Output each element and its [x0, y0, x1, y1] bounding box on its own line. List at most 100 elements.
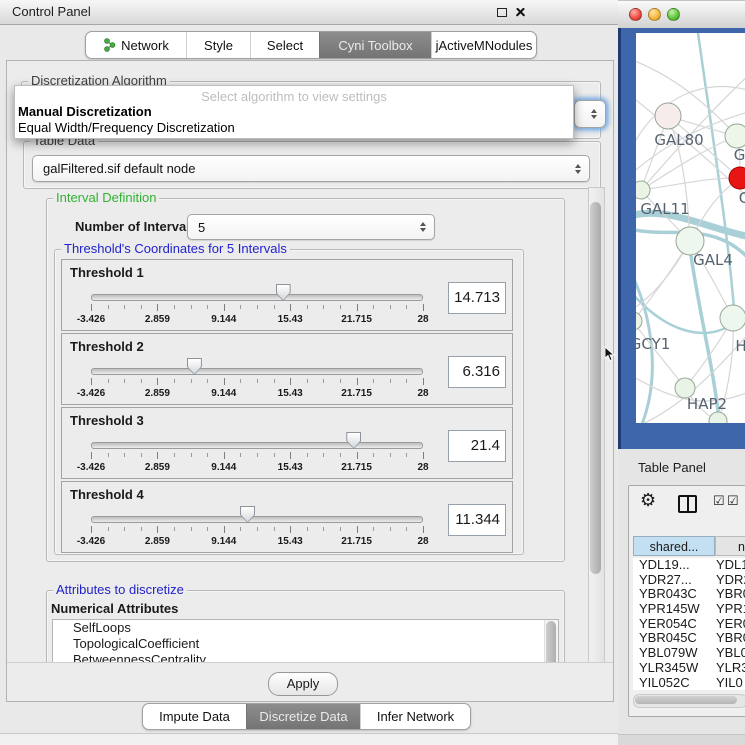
- table-cell[interactable]: YIL0: [716, 676, 743, 691]
- number-of-intervals-select[interactable]: 5: [187, 214, 435, 240]
- table-cell[interactable]: YLR3: [716, 661, 745, 676]
- table-row[interactable]: YBR045CYBR0: [633, 631, 745, 646]
- network-node[interactable]: [725, 124, 745, 148]
- algorithm-select[interactable]: [574, 100, 606, 128]
- network-edge[interactable]: [636, 291, 734, 333]
- numerical-attributes-list[interactable]: SelfLoopsTopologicalCoefficientBetweenne…: [52, 619, 559, 665]
- table-cell[interactable]: YDL19...: [633, 558, 716, 573]
- tab-select[interactable]: Select: [250, 32, 319, 58]
- table-cell[interactable]: YDL1: [716, 558, 745, 573]
- table-row[interactable]: YIL052CYIL0: [633, 676, 745, 691]
- algorithm-option-manual[interactable]: Manual Discretization: [15, 104, 573, 120]
- table-row[interactable]: YDL19...YDL1: [633, 558, 745, 573]
- table-cell[interactable]: YBR043C: [633, 587, 716, 602]
- table-row[interactable]: YDR27...YDR2: [633, 573, 745, 588]
- tab-style-label: Style: [204, 38, 233, 53]
- tab-style[interactable]: Style: [186, 32, 250, 58]
- slider-thumb[interactable]: [276, 284, 291, 301]
- settings-vertical-scrollbar[interactable]: [588, 187, 605, 665]
- float-window-icon[interactable]: [497, 8, 507, 17]
- settings-vertical-scrollbar-thumb[interactable]: [590, 202, 601, 574]
- network-node[interactable]: [655, 103, 681, 129]
- network-canvas[interactable]: GAL80G.CGAL11GAL4GCY1HHAP2: [636, 33, 745, 423]
- threshold-slider[interactable]: -3.4262.8599.14415.4321.71528: [91, 508, 423, 550]
- table-cell[interactable]: YBR0: [716, 587, 745, 602]
- threshold-slider[interactable]: -3.4262.8599.14415.4321.71528: [91, 286, 423, 328]
- tab-infer-network[interactable]: Infer Network: [360, 704, 470, 729]
- close-icon[interactable]: [515, 6, 526, 17]
- network-node[interactable]: [636, 312, 642, 330]
- table-data-select[interactable]: galFiltered.sif default node: [32, 155, 590, 182]
- tick-label: 9.144: [211, 536, 236, 547]
- tick-mark: [174, 527, 175, 531]
- attribute-list-item[interactable]: TopologicalCoefficient: [53, 636, 558, 652]
- tick-mark: [290, 304, 291, 311]
- table-horizontal-scrollbar-thumb[interactable]: [635, 696, 737, 704]
- zoom-traffic-light[interactable]: [667, 8, 680, 21]
- minimize-traffic-light[interactable]: [648, 8, 661, 21]
- threshold-value-field[interactable]: 14.713: [448, 282, 506, 314]
- slider-ticks: [91, 526, 423, 534]
- table-cell[interactable]: YLR345W: [633, 661, 716, 676]
- slider-track[interactable]: [91, 516, 423, 523]
- network-node[interactable]: [720, 305, 745, 331]
- tab-cyni-toolbox[interactable]: Cyni Toolbox: [319, 32, 431, 58]
- table-cell[interactable]: YBL079W: [633, 646, 716, 661]
- table-cell[interactable]: YDR2: [716, 573, 745, 588]
- table-cell[interactable]: YER054C: [633, 617, 716, 632]
- tick-mark: [141, 527, 142, 531]
- table-cell[interactable]: YBR0: [716, 631, 745, 646]
- settings-scrollpane: Interval Definition Number of Intervals …: [15, 187, 605, 665]
- gear-icon[interactable]: ⚙: [640, 490, 656, 511]
- table-row[interactable]: YLR345WYLR3: [633, 661, 745, 676]
- columns-icon[interactable]: [678, 495, 697, 513]
- column-header-name[interactable]: na: [715, 536, 745, 556]
- table-cell[interactable]: YPR145W: [633, 602, 716, 617]
- threshold-slider[interactable]: -3.4262.8599.14415.4321.71528: [91, 434, 423, 476]
- tab-network[interactable]: Network: [86, 32, 186, 58]
- table-cell[interactable]: YIL052C: [633, 676, 716, 691]
- algorithm-option-equal-width[interactable]: Equal Width/Frequency Discretization: [15, 120, 573, 136]
- close-traffic-light[interactable]: [629, 8, 642, 21]
- tab-jactivemnodules[interactable]: jActiveMNodules: [431, 32, 536, 58]
- apply-button[interactable]: Apply: [268, 672, 338, 696]
- network-edge[interactable]: [636, 59, 737, 136]
- threshold-slider[interactable]: -3.4262.8599.14415.4321.71528: [91, 360, 423, 402]
- attributes-list-scrollbar[interactable]: [544, 620, 558, 665]
- network-window-titlebar[interactable]: [618, 0, 745, 29]
- network-node[interactable]: [709, 412, 727, 423]
- checkbox-checked-icon[interactable]: ☑: [713, 494, 725, 507]
- table-cell[interactable]: YBL0: [716, 646, 745, 661]
- threshold-value-field[interactable]: 21.4: [448, 430, 506, 462]
- table-cell[interactable]: YBR045C: [633, 631, 716, 646]
- column-header-shared-name[interactable]: shared...: [633, 536, 715, 556]
- network-node-label: GAL11: [640, 200, 689, 218]
- slider-track[interactable]: [91, 294, 423, 301]
- tab-infer-network-label: Infer Network: [377, 709, 454, 724]
- threshold-value-field[interactable]: 6.316: [448, 356, 506, 388]
- tab-impute-data[interactable]: Impute Data: [143, 704, 246, 729]
- slider-thumb[interactable]: [187, 358, 202, 375]
- tab-discretize-data[interactable]: Discretize Data: [246, 704, 360, 729]
- attribute-list-item[interactable]: SelfLoops: [53, 620, 558, 636]
- table-cell[interactable]: YDR27...: [633, 573, 716, 588]
- checkbox-checked-icon[interactable]: ☑: [727, 494, 739, 507]
- slider-track[interactable]: [91, 368, 423, 375]
- attributes-list-scrollbar-thumb[interactable]: [546, 621, 556, 665]
- table-cell[interactable]: YPR1: [716, 602, 745, 617]
- table-row[interactable]: YER054CYER0: [633, 617, 745, 632]
- threshold-value-field[interactable]: 11.344: [448, 504, 506, 536]
- table-row[interactable]: YPR145WYPR1: [633, 602, 745, 617]
- slider-track[interactable]: [91, 442, 423, 449]
- slider-thumb[interactable]: [346, 432, 361, 449]
- table-horizontal-scrollbar[interactable]: [633, 694, 745, 708]
- tick-mark: [423, 452, 424, 459]
- table-row[interactable]: YBR043CYBR0: [633, 587, 745, 602]
- network-edge[interactable]: [636, 321, 685, 388]
- tick-mark: [290, 378, 291, 385]
- table-row[interactable]: YBL079WYBL0: [633, 646, 745, 661]
- slider-thumb[interactable]: [240, 506, 255, 523]
- network-edge[interactable]: [641, 178, 740, 190]
- table-cell[interactable]: YER0: [716, 617, 745, 632]
- network-node[interactable]: [636, 181, 650, 199]
